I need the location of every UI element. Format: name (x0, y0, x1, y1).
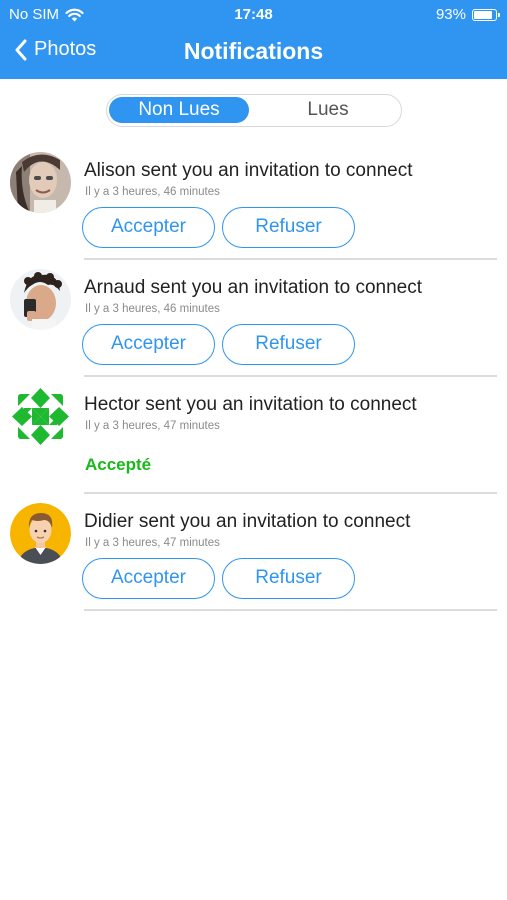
battery-fill (474, 10, 492, 19)
row-divider (84, 492, 497, 494)
notification-row: Didier sent you an invitation to connect… (0, 503, 507, 620)
nav-bar: Photos Notifications (0, 28, 507, 79)
cartoon-avatar-icon (10, 503, 71, 564)
accept-button[interactable]: Accepter (82, 324, 215, 365)
row-divider (84, 258, 497, 260)
tab-lues[interactable]: Lues (257, 97, 399, 123)
notification-row: Hector sent you an invitation to connect… (0, 386, 507, 503)
notification-time: Il y a 3 heures, 46 minutes (85, 186, 220, 198)
tab-non-lues[interactable]: Non Lues (109, 97, 249, 123)
avatar (10, 152, 71, 213)
read-filter-segmented-control: Non Lues Lues (106, 94, 402, 127)
row-divider (84, 609, 497, 611)
notification-row: Alison sent you an invitation to connect… (0, 152, 507, 269)
refuse-button[interactable]: Refuser (222, 558, 355, 599)
app-header: No SIM 17:48 93% Photos Notifications (0, 0, 507, 79)
battery-indicator: 93% (435, 6, 500, 23)
photo-avatar-icon (10, 269, 71, 330)
notification-time: Il y a 3 heures, 47 minutes (85, 420, 220, 432)
battery-percent: 93% (435, 6, 466, 23)
status-bar: No SIM 17:48 93% (0, 0, 507, 28)
photo-avatar-icon (10, 152, 71, 213)
chevron-left-icon (15, 39, 27, 60)
avatar (10, 269, 71, 330)
notification-row: Arnaud sent you an invitation to connect… (0, 269, 507, 386)
battery-icon (472, 8, 500, 21)
battery-tip (498, 12, 500, 17)
identicon-avatar-icon (10, 386, 71, 447)
accepted-status: Accepté (85, 455, 152, 474)
clock: 17:48 (234, 6, 273, 23)
refuse-button[interactable]: Refuser (222, 207, 355, 248)
notification-time: Il y a 3 heures, 47 minutes (85, 537, 220, 549)
avatar (10, 386, 71, 447)
accept-button[interactable]: Accepter (82, 207, 215, 248)
avatar (10, 503, 71, 564)
back-label: Photos (34, 38, 97, 60)
refuse-button[interactable]: Refuser (222, 324, 355, 365)
notification-message: Arnaud sent you an invitation to connect (84, 277, 423, 298)
notification-time: Il y a 3 heures, 46 minutes (85, 303, 220, 315)
row-divider (84, 375, 497, 377)
notification-message: Hector sent you an invitation to connect (84, 394, 417, 415)
back-button[interactable]: Photos (14, 38, 96, 61)
notification-message: Alison sent you an invitation to connect (84, 160, 413, 181)
notification-message: Didier sent you an invitation to connect (84, 511, 411, 532)
accept-button[interactable]: Accepter (82, 558, 215, 599)
